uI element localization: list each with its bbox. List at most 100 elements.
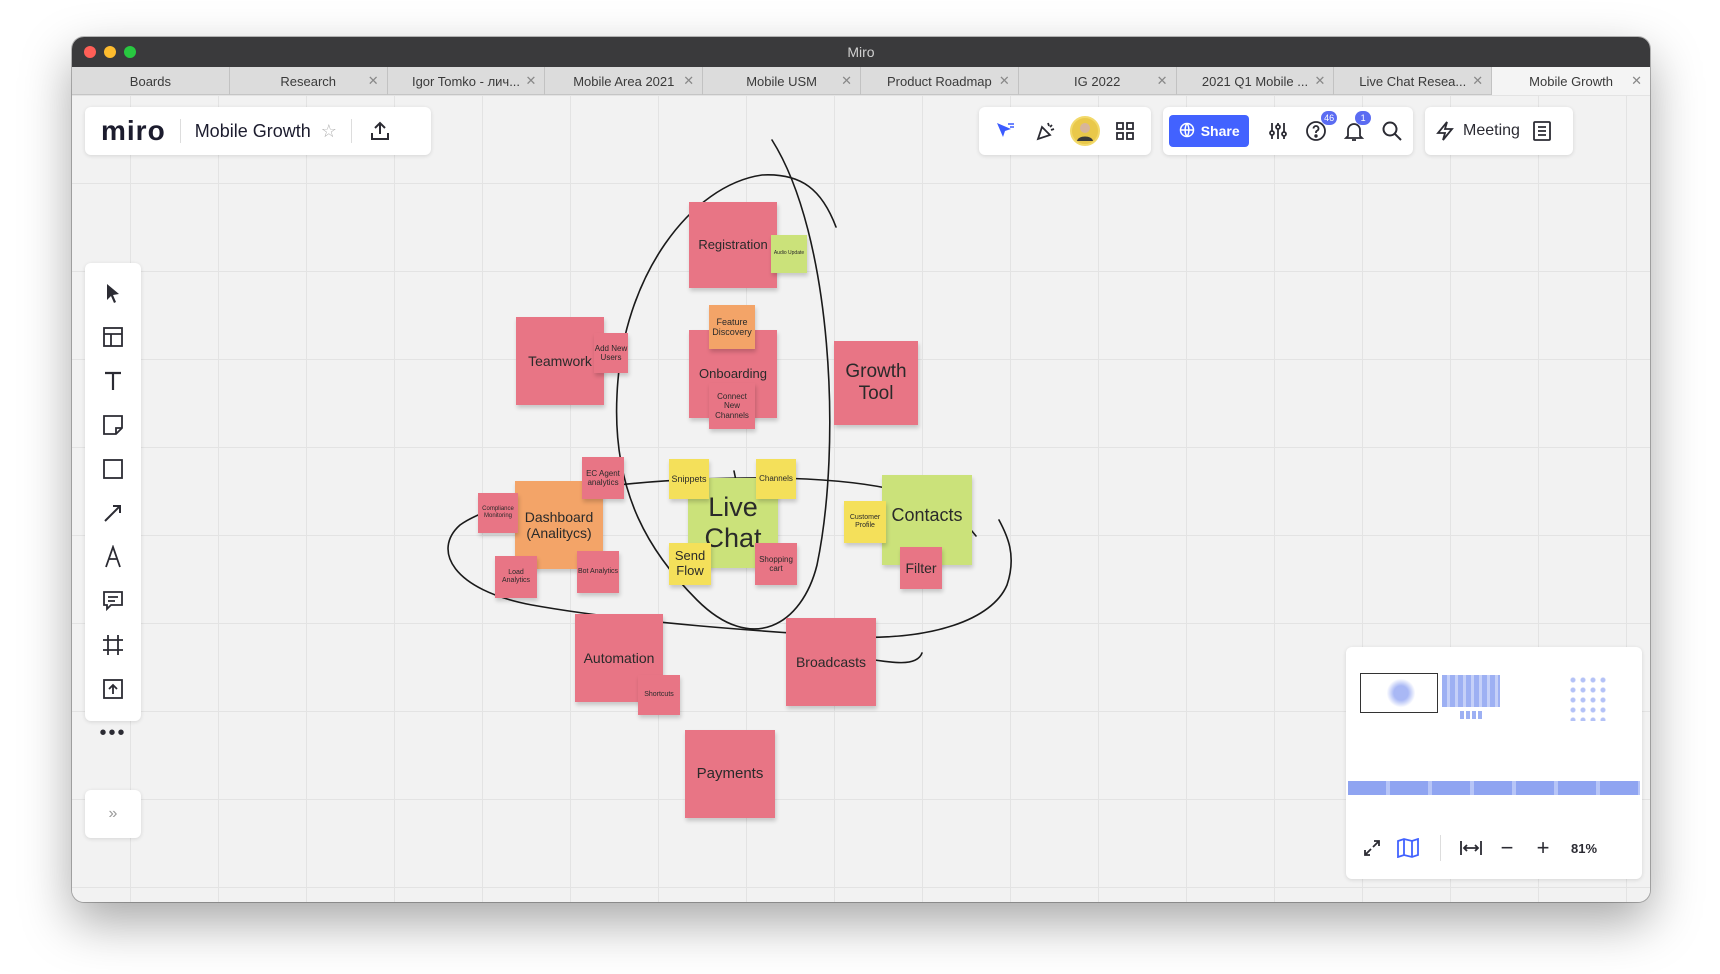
comment-tool[interactable] [85,579,141,623]
close-icon[interactable]: ✕ [1472,73,1483,89]
cursor-filter-icon[interactable] [989,115,1021,147]
sticky-text: Channels [759,474,793,484]
frame-tool[interactable] [85,623,141,667]
more-tools-icon[interactable]: ••• [85,711,141,755]
tab-mobile-growth[interactable]: Mobile Growth ✕ [1492,67,1650,95]
close-icon[interactable]: ✕ [999,73,1010,89]
pen-tool[interactable] [85,535,141,579]
tab-product-roadmap[interactable]: Product Roadmap ✕ [861,67,1019,95]
minimap-cluster [1568,675,1608,721]
help-icon[interactable]: 46 [1301,111,1338,147]
tab-mobile-usm[interactable]: Mobile USM ✕ [703,67,861,95]
close-icon[interactable]: ✕ [368,73,379,89]
sticky-text: Feature Discovery [712,316,752,337]
zoom-window-button[interactable] [124,46,136,58]
fit-to-screen-icon[interactable] [1453,833,1489,863]
settings-sliders-icon[interactable] [1263,115,1293,147]
sticky-text: Growth Tool [845,361,907,404]
sticky-broadcasts[interactable]: Broadcasts [786,618,876,706]
sticky-connect-new-channels[interactable]: Connect New Channels [709,383,755,429]
minimap-view[interactable] [1346,647,1642,815]
minimize-window-button[interactable] [104,46,116,58]
sticky-filter[interactable]: Filter [900,547,942,589]
star-icon[interactable]: ☆ [321,121,337,142]
tab-mobile-area-2021[interactable]: Mobile Area 2021 ✕ [545,67,704,95]
sticky-add-new-users[interactable]: Add New Users [594,333,628,373]
shape-tool[interactable] [85,447,141,491]
text-tool[interactable] [85,359,141,403]
tab-label: IG 2022 [1074,73,1121,89]
minimap-cluster [1460,711,1482,719]
expand-sidebar-button[interactable]: » [85,790,141,838]
zoom-in-icon[interactable]: + [1525,833,1561,863]
tab-research[interactable]: Research ✕ [230,67,388,95]
sticky-send-flow[interactable]: Send Flow [669,543,711,585]
share-button[interactable]: Share [1169,115,1250,147]
sticky-payments[interactable]: Payments [685,730,775,818]
sticky-text: Customer Profile [849,513,881,529]
sticky-ec-agent-analytics[interactable]: EC Agent analytics [582,457,624,499]
sticky-teamwork[interactable]: Teamwork [516,317,604,405]
notes-list-icon[interactable] [1526,115,1558,147]
close-window-button[interactable] [84,46,96,58]
sticky-text: Registration [698,236,768,252]
sticky-registration[interactable]: Registration [689,202,777,288]
zoom-level[interactable]: 81% [1571,841,1597,856]
sticky-snippets[interactable]: Snippets [669,459,709,499]
close-icon[interactable]: ✕ [525,73,536,89]
select-tool[interactable] [85,271,141,315]
tab-label: Mobile Growth [1529,73,1613,89]
meeting-button[interactable]: Meeting [1463,122,1520,140]
map-icon[interactable] [1388,833,1428,863]
sticky-bot-analytics[interactable]: Bot Analytics [577,551,619,593]
export-upload-icon[interactable] [364,115,396,147]
sticky-audio-update[interactable]: Audio Update [771,235,807,273]
notifications-bell-icon[interactable]: 1 [1339,111,1372,147]
sticky-customer-profile[interactable]: Customer Profile [844,501,886,543]
close-icon[interactable]: ✕ [1314,73,1325,89]
templates-tool[interactable] [85,315,141,359]
connection-line-tool[interactable] [85,491,141,535]
zoom-out-icon[interactable]: − [1489,833,1525,863]
sticky-feature-discovery[interactable]: Feature Discovery [709,305,755,349]
divider [350,119,352,143]
share-toolbar: Share 46 1 [1163,107,1413,155]
apps-grid-icon[interactable] [1109,115,1141,147]
sticky-shopping-cart[interactable]: Shopping cart [755,543,797,585]
tab-2021-q1-mobile[interactable]: 2021 Q1 Mobile ... ✕ [1177,67,1335,95]
sticky-text: Automation [583,649,655,666]
board-title[interactable]: Mobile Growth [195,121,311,142]
avatar[interactable] [1070,116,1101,146]
board-header: miro Mobile Growth ☆ [85,107,431,155]
minimap-cluster [1387,678,1415,708]
sticky-channels[interactable]: Channels [756,459,796,499]
sticky-note-tool[interactable] [85,403,141,447]
close-icon[interactable]: ✕ [683,73,694,89]
tab-label: Igor Tomko - лич... [411,73,521,89]
upload-tool[interactable] [85,667,141,711]
sticky-compliance-monitoring[interactable]: Compliance Monitoring [478,493,518,533]
sticky-text: Shopping cart [759,554,793,573]
tab-live-chat-research[interactable]: Live Chat Resea... ✕ [1334,67,1493,95]
collaboration-toolbar [979,107,1151,155]
tab-igor-tomko[interactable]: Igor Tomko - лич... ✕ [388,67,546,95]
miro-logo: miro [101,115,166,146]
tab-label: 2021 Q1 Mobile ... [1201,73,1309,89]
fullscreen-icon[interactable] [1356,833,1388,863]
tab-boards[interactable]: Boards [72,67,230,95]
close-icon[interactable]: ✕ [841,73,852,89]
close-icon[interactable]: ✕ [1631,73,1642,89]
search-icon[interactable] [1377,115,1407,147]
notifications-badge: 1 [1355,111,1372,125]
minimap-viewport[interactable] [1360,673,1438,713]
board-canvas[interactable]: miro Mobile Growth ☆ Share 46 1 Meeting … [72,95,1650,902]
sticky-text: Connect New Channels [715,392,749,420]
sticky-load-analytics[interactable]: Load Analytics [495,556,537,598]
sticky-growth-tool[interactable]: Growth Tool [834,341,918,425]
window-title: Miro [847,44,875,60]
celebrate-icon[interactable] [1030,115,1062,147]
tab-ig-2022[interactable]: IG 2022 ✕ [1019,67,1177,95]
sticky-shortcuts[interactable]: Shortcuts [638,675,680,715]
minimap-panel: − + 81% [1346,647,1642,879]
close-icon[interactable]: ✕ [1157,73,1168,89]
